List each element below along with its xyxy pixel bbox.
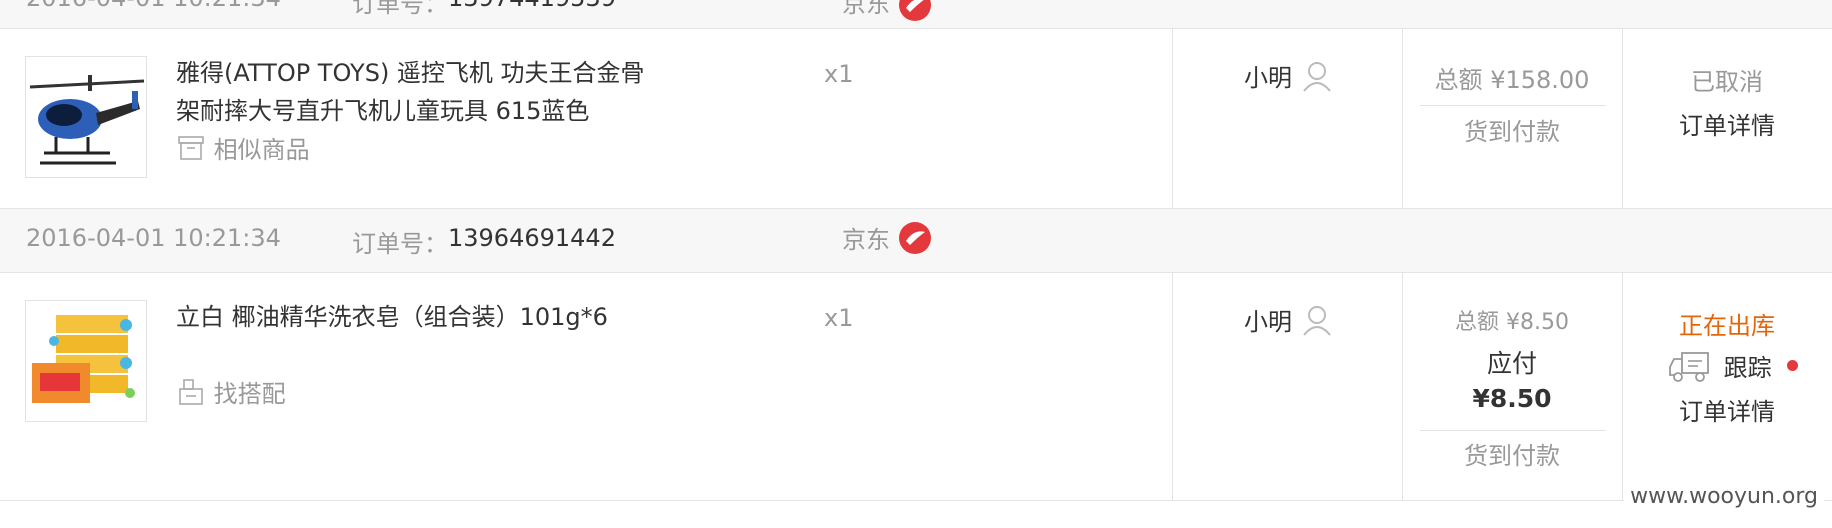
watermark: www.wooyun.org (1624, 484, 1824, 509)
user-icon (1302, 61, 1331, 92)
order-total: 总额 ¥8.50 (1455, 310, 1569, 335)
track-button[interactable]: 跟踪 (1668, 348, 1799, 383)
jd-logo-icon (898, 0, 931, 21)
order-status: 已取消 (1691, 68, 1763, 96)
similar-products-link[interactable]: 相似商品 (176, 130, 310, 165)
order-detail-link[interactable]: 订单详情 (1622, 106, 1832, 141)
product-title-line1[interactable]: 雅得(ATTOP TOYS) 遥控飞机 功夫王合金骨 (176, 54, 696, 92)
find-match-link[interactable]: 找搭配 (176, 374, 286, 409)
buyer-name: 小明 (1244, 302, 1334, 337)
box-icon (178, 135, 204, 160)
amount-due-label: 应付 (1486, 349, 1537, 378)
truck-icon (1669, 351, 1709, 382)
user-icon (1302, 305, 1331, 336)
match-icon (179, 378, 203, 405)
order-date: 2016-04-01 10:21:34 (26, 224, 281, 252)
product-thumbnail[interactable] (25, 300, 147, 422)
order-number-label: 订单号： (352, 0, 448, 18)
product-title-line1[interactable]: 立白 椰油精华洗衣皂（组合装）101g*6 (176, 298, 696, 336)
amount-due: ¥8.50 (1472, 384, 1552, 413)
shop-name[interactable]: 京东 (842, 0, 932, 22)
payment-method: 货到付款 (1464, 118, 1560, 146)
order-number: 13964691442 (448, 224, 616, 252)
order-total: 总额 ¥158.00 (1434, 66, 1590, 94)
order-status: 正在出库 (1679, 312, 1775, 340)
shop-name[interactable]: 京东 (842, 220, 932, 255)
quantity: x1 (824, 304, 854, 332)
soap-image (26, 301, 146, 421)
order-number-label: 订单号： (352, 230, 448, 258)
notification-dot (1787, 360, 1799, 371)
buyer-name: 小明 (1244, 58, 1334, 93)
jd-logo-icon (898, 221, 931, 254)
order-detail-link[interactable]: 订单详情 (1622, 392, 1832, 427)
helicopter-image (26, 57, 146, 177)
product-thumbnail[interactable] (25, 56, 147, 178)
order-date: 2016-04-01 10:21:34 (26, 0, 281, 12)
payment-method: 货到付款 (1464, 442, 1560, 470)
product-title-line2[interactable]: 架耐摔大号直升飞机儿童玩具 615蓝色 (176, 92, 696, 130)
order-number: 13974419539 (448, 0, 616, 12)
quantity: x1 (824, 60, 854, 88)
